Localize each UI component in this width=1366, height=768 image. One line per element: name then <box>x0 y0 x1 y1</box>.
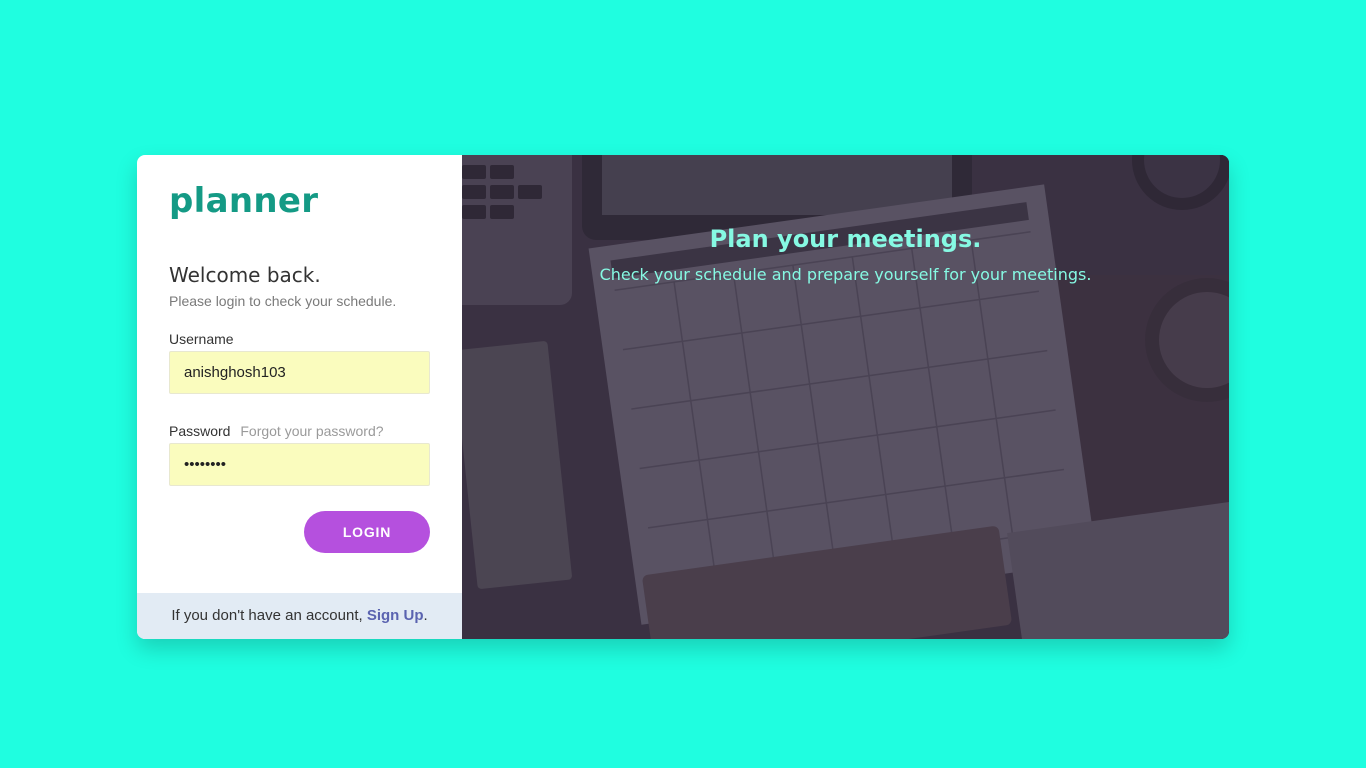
signup-link[interactable]: Sign Up <box>367 607 424 624</box>
password-input[interactable] <box>169 443 430 486</box>
login-panel: planner Welcome back. Please login to ch… <box>137 155 462 639</box>
signup-footer: If you don't have an account, Sign Up. <box>137 593 462 639</box>
hero-tagline: Check your schedule and prepare yourself… <box>599 265 1092 284</box>
welcome-title: Welcome back. <box>169 263 321 287</box>
login-button[interactable]: LOGIN <box>304 511 430 553</box>
welcome-subtitle: Please login to check your schedule. <box>169 293 397 309</box>
username-input[interactable] <box>169 351 430 394</box>
login-card: planner Welcome back. Please login to ch… <box>137 155 1229 639</box>
hero-headline: Plan your meetings. <box>709 225 982 253</box>
brand-logo: planner <box>169 181 319 221</box>
username-label: Username <box>169 331 234 347</box>
hero-panel: Plan your meetings. Check your schedule … <box>462 155 1229 639</box>
signup-prompt: If you don't have an account, <box>171 607 367 624</box>
forgot-password-link[interactable]: Forgot your password? <box>240 423 383 439</box>
password-label: Password <box>169 423 231 439</box>
password-label-row: Password Forgot your password? <box>169 422 384 440</box>
signup-suffix: . <box>423 607 428 624</box>
